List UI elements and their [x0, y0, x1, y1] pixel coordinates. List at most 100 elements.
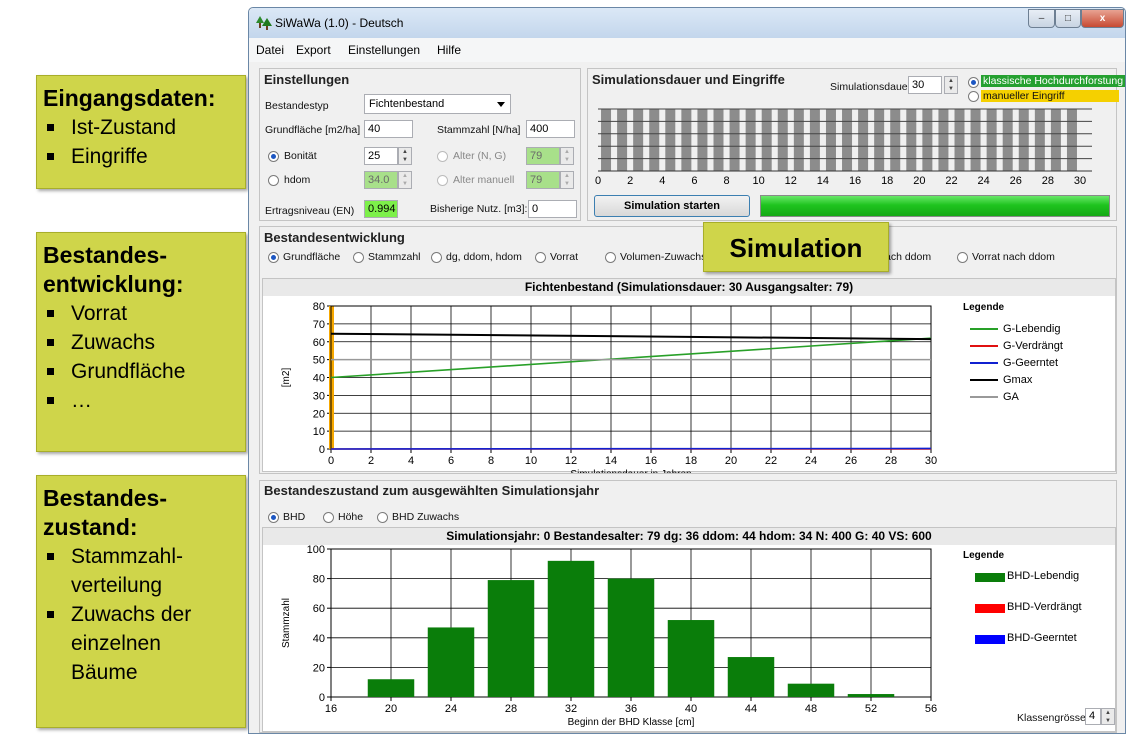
menu-datei[interactable]: Datei: [256, 43, 284, 57]
callout-item: Eingriffe: [47, 142, 235, 171]
stammzahl-label: Stammzahl [N/ha]: [437, 124, 521, 136]
bisherige-input[interactable]: 0: [528, 200, 577, 218]
x-tick-label: 24: [805, 455, 817, 467]
legend-label: G-Lebendig: [1003, 323, 1061, 335]
legend-label: G-Verdrängt: [1003, 340, 1063, 352]
timeline-bar: [633, 109, 644, 171]
development-radio[interactable]: [431, 252, 442, 263]
y-tick-label: 80: [313, 574, 325, 586]
simulation-progress: [760, 195, 1110, 217]
development-radio[interactable]: [605, 252, 616, 263]
title-bar[interactable]: SiWaWa (1.0) - Deutsch – □ x: [249, 8, 1125, 38]
maximize-button[interactable]: □: [1055, 9, 1081, 28]
timeline-bar: [938, 109, 949, 171]
menu-einstellungen[interactable]: Einstellungen: [348, 43, 420, 57]
y-tick-label: 40: [313, 373, 325, 385]
bar-bhd-32: [547, 560, 595, 697]
menu-export[interactable]: Export: [296, 43, 331, 57]
development-option: Vorrat: [550, 251, 579, 263]
state-radio[interactable]: [377, 512, 388, 523]
state-radio[interactable]: [323, 512, 334, 523]
callout-state: Bestandes- zustand: Stammzahl- verteilun…: [36, 475, 246, 728]
timeline-tick-label: 10: [753, 175, 765, 187]
callout-title: Bestandes- zustand:: [43, 485, 167, 540]
intervention-timeline[interactable]: 0 2 4 6 8 10 12 14 16 18 20 22 24 26 28 30: [594, 107, 1104, 187]
bonitaet-radio[interactable]: [268, 151, 279, 162]
manuell-radio[interactable]: [968, 91, 979, 102]
x-tick-label: 26: [845, 455, 857, 467]
x-tick-label: 12: [565, 455, 577, 467]
bar-bhd-28: [487, 580, 535, 697]
legend-swatch: [970, 328, 998, 330]
hdom-radio[interactable]: [268, 175, 279, 186]
timeline-bar: [825, 109, 836, 171]
klassengroesse-input[interactable]: 4: [1085, 708, 1101, 725]
stammzahl-input[interactable]: 400: [526, 120, 575, 138]
alter-ng-input[interactable]: 79: [526, 147, 560, 165]
timeline-bar: [713, 109, 724, 171]
window-title: SiWaWa (1.0) - Deutsch: [275, 16, 404, 30]
timeline-bar: [809, 109, 820, 171]
timeline-bar: [665, 109, 676, 171]
callout-title: Eingangsdaten:: [43, 85, 216, 111]
x-tick-label: 20: [725, 455, 737, 467]
x-tick-label: 6: [448, 455, 454, 467]
timeline-bar: [954, 109, 965, 171]
development-radio[interactable]: [957, 252, 968, 263]
simulation-start-button[interactable]: Simulation starten: [594, 195, 750, 217]
timeline-bar: [617, 109, 628, 171]
timeline-bar: [874, 109, 885, 171]
timeline-bar: [986, 109, 997, 171]
alter-manuell-spinner[interactable]: ▲ ▼: [560, 171, 574, 189]
development-group: Bestandesentwicklung Grundfläche Stammzah…: [259, 226, 1117, 474]
timeline-bar: [601, 109, 612, 171]
legend-label: G-Geerntet: [1003, 357, 1059, 369]
x-axis-label: Beginn der BHD Klasse [cm]: [568, 717, 695, 728]
y-tick-label: 0: [319, 444, 325, 456]
hdom-spinner[interactable]: ▲ ▼: [398, 171, 412, 189]
series-line-gmax: [330, 332, 932, 341]
timeline-bar: [1018, 109, 1029, 171]
grundflaeche-input[interactable]: 40: [364, 120, 413, 138]
klassengroesse-spinner[interactable]: ▲ ▼: [1101, 708, 1115, 725]
alter-ng-radio[interactable]: [437, 151, 448, 162]
simulationsdauer-input[interactable]: 30: [908, 76, 942, 94]
ertragsniveau-label: Ertragsniveau (EN): [265, 205, 355, 217]
menu-hilfe[interactable]: Hilfe: [437, 43, 461, 57]
klassisch-radio[interactable]: [968, 77, 979, 88]
bonitaet-spinner[interactable]: ▲ ▼: [398, 147, 412, 165]
callout-title: Bestandes- entwicklung:: [43, 242, 184, 297]
development-radio[interactable]: [535, 252, 546, 263]
development-radio[interactable]: [268, 252, 279, 263]
alter-ng-spinner[interactable]: ▲ ▼: [560, 147, 574, 165]
callout-item: …: [47, 386, 235, 415]
x-tick-label: 10: [525, 455, 537, 467]
development-radio[interactable]: [353, 252, 364, 263]
simulationsdauer-spinner[interactable]: ▲ ▼: [944, 76, 958, 94]
minimize-button[interactable]: –: [1028, 9, 1055, 28]
bonitaet-input[interactable]: 25: [364, 147, 398, 165]
legend-label: BHD-Lebendig: [1007, 570, 1080, 582]
timeline-bar: [922, 109, 933, 171]
alter-manuell-input[interactable]: 79: [526, 171, 560, 189]
x-tick-label: 52: [865, 703, 877, 715]
callout-item: Vorrat: [47, 299, 235, 328]
bestandestyp-select[interactable]: Fichtenbestand: [364, 94, 511, 114]
alter-manuell-radio[interactable]: [437, 175, 448, 186]
hdom-input[interactable]: 34.0: [364, 171, 398, 189]
timeline-tick-label: 16: [849, 175, 861, 187]
close-button[interactable]: x: [1081, 9, 1124, 28]
state-radio[interactable]: [268, 512, 279, 523]
x-axis-label: Simulationsdauer in Jahren: [570, 469, 691, 473]
x-tick-label: 4: [408, 455, 414, 467]
x-tick-label: 44: [745, 703, 757, 715]
callout-item: Zuwachs: [47, 328, 235, 357]
legend-label: GA: [1003, 391, 1019, 403]
callout-item: Ist-Zustand: [47, 113, 235, 142]
x-tick-label: 32: [565, 703, 577, 715]
y-tick-label: 40: [313, 633, 325, 645]
callout-item: einzelnen: [71, 632, 161, 655]
y-tick-label: 100: [307, 545, 325, 556]
timeline-bar: [729, 109, 740, 171]
simulation-title: Simulationsdauer und Eingriffe: [592, 72, 785, 87]
